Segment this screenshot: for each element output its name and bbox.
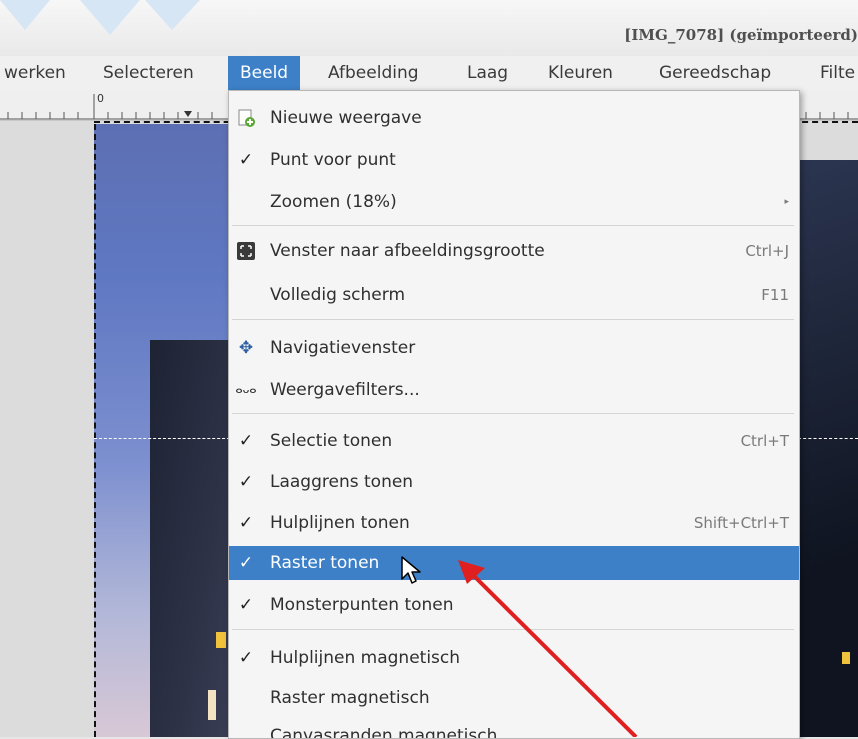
red-arrow-annotation xyxy=(458,560,638,737)
mouse-cursor-icon xyxy=(401,556,421,584)
